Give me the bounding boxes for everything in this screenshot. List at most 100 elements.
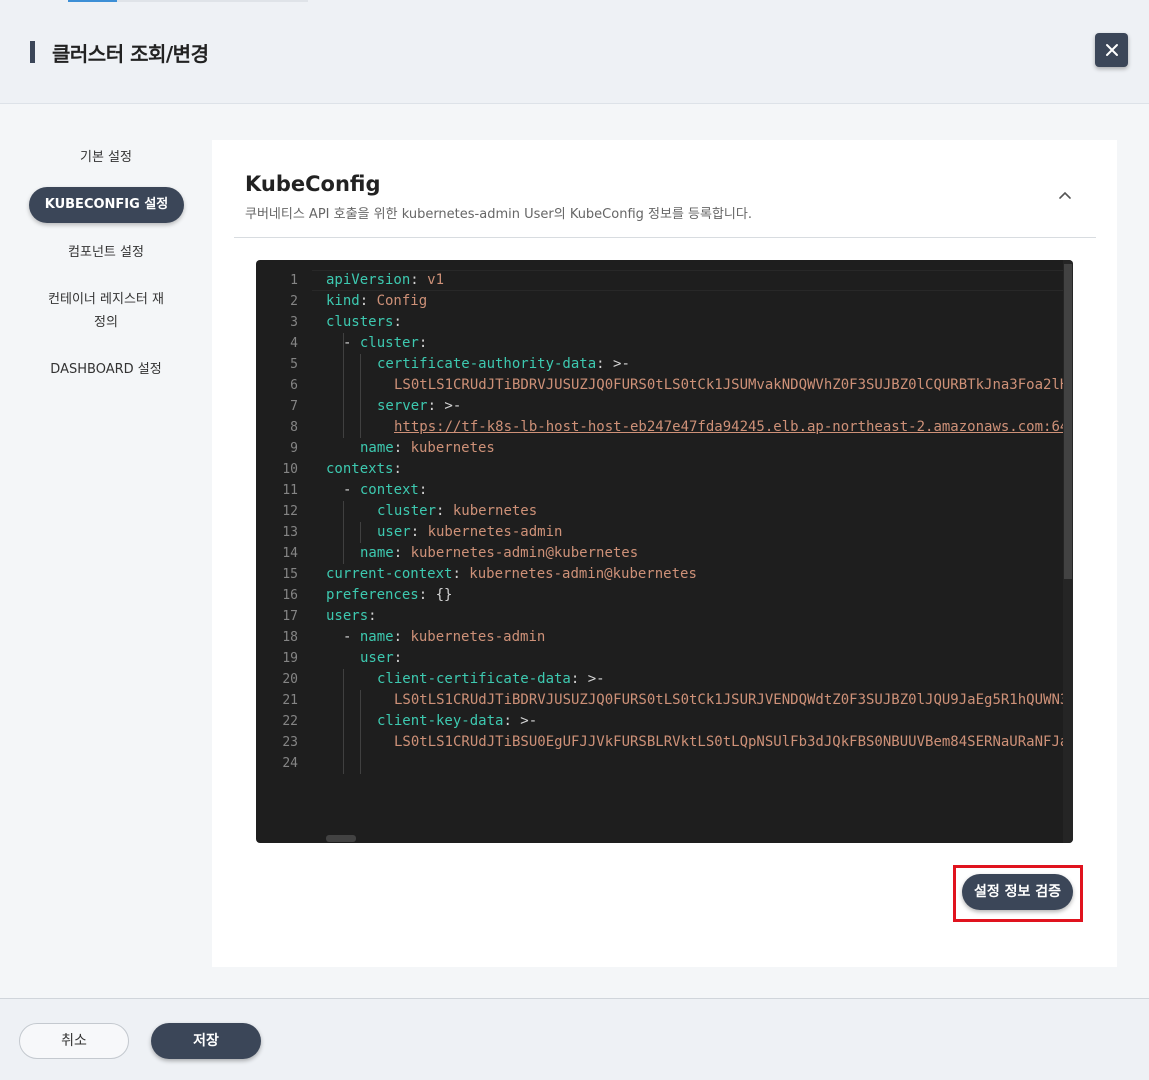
yaml-key: name: [359, 629, 394, 645]
yaml-dash: -: [343, 335, 360, 351]
code-line: cluster: kubernetes: [377, 501, 537, 522]
section-title: KubeConfig: [245, 172, 381, 196]
sidebar-item-label: 기본 설정: [80, 150, 132, 165]
line-number: 17: [282, 609, 298, 624]
line-number: 21: [282, 693, 298, 708]
sidebar-item-label-line2: 정의: [94, 315, 118, 330]
code-line: kind: Config: [326, 291, 427, 312]
code-line: certificate-authority-data: >-: [377, 354, 630, 375]
yaml-value: LS0tLS1CRUdJTiBSU0EgUFJJVkFURSBLRVktLS0t…: [394, 734, 1066, 750]
yaml-key: context: [359, 482, 419, 498]
yaml-separator: :: [393, 629, 411, 645]
sidebar-item-component-settings[interactable]: 컴포넌트 설정: [0, 242, 212, 264]
sidebar-item-container-registry[interactable]: 컨테이너 레지스터 재 정의: [0, 289, 212, 334]
yaml-separator: :: [410, 524, 428, 540]
kubeconfig-editor[interactable]: 1 2 3 4 5 6 7 8 9 10 11 12 13 14 15 16 17 18 19 20 21 22 23 24 …: [256, 260, 1073, 843]
yaml-key: name: [360, 440, 394, 456]
yaml-key: certificate-authority-data: [377, 356, 597, 372]
line-number: 11: [282, 483, 298, 498]
line-number: 6: [290, 378, 298, 393]
yaml-separator: :: [368, 608, 377, 624]
yaml-separator: :: [393, 545, 411, 561]
yaml-separator: :: [452, 566, 470, 582]
line-number: 18: [282, 630, 298, 645]
line-number: 3: [290, 315, 298, 330]
sidebar-item-kubeconfig[interactable]: KUBECONFIG 설정: [29, 187, 184, 223]
cancel-button[interactable]: 취소: [19, 1023, 129, 1059]
yaml-key: server: [377, 398, 428, 414]
top-tab-active-indicator: [68, 0, 117, 2]
yaml-dash: -: [343, 482, 360, 498]
line-number: 22: [282, 714, 298, 729]
yaml-separator: : {}: [418, 587, 453, 603]
editor-horizontal-scrollbar[interactable]: [326, 835, 356, 842]
line-number: 4: [290, 336, 298, 351]
code-line: apiVersion: v1: [326, 270, 444, 291]
yaml-key: client-certificate-data: [377, 671, 571, 687]
section-divider: [234, 237, 1096, 238]
line-number: 1: [290, 273, 298, 288]
line-number: 14: [282, 546, 298, 561]
scrollbar-thumb[interactable]: [1064, 264, 1072, 579]
line-number: 19: [282, 651, 298, 666]
code-line: clusters:: [326, 312, 402, 333]
server-url-link[interactable]: https://tf-k8s-lb-host-host-eb247e47fda9…: [394, 419, 1066, 435]
yaml-key: cluster: [359, 335, 419, 351]
code-area[interactable]: apiVersion: v1 kind: Config clusters: - clu…: [326, 260, 1066, 843]
line-number: 8: [290, 420, 298, 435]
yaml-separator: :: [393, 650, 403, 666]
editor-vertical-scrollbar[interactable]: [1063, 260, 1073, 843]
save-button[interactable]: 저장: [151, 1023, 261, 1059]
yaml-key: current-context: [326, 566, 453, 582]
line-number: 5: [290, 357, 298, 372]
sidebar-item-label: KUBECONFIG 설정: [44, 197, 169, 212]
code-line: https://tf-k8s-lb-host-host-eb247e47fda9…: [394, 417, 1066, 438]
yaml-value: kubernetes: [410, 440, 495, 456]
code-line: - cluster:: [343, 333, 427, 354]
line-number: 13: [282, 525, 298, 540]
code-line: client-certificate-data: >-: [377, 669, 605, 690]
kubeconfig-card: KubeConfig 쿠버네티스 API 호출을 위한 kubernetes-a…: [212, 140, 1117, 967]
sidebar-item-basic-settings[interactable]: 기본 설정: [0, 147, 212, 169]
code-line: users:: [326, 606, 377, 627]
line-number: 12: [282, 504, 298, 519]
yaml-value: LS0tLS1CRUdJTiBDRVJUSUZJQ0FURS0tLS0tCk1J…: [394, 377, 1066, 393]
sidebar-item-label: DASHBOARD 설정: [50, 362, 162, 377]
code-line: contexts:: [326, 459, 402, 480]
yaml-key: user: [377, 524, 411, 540]
yaml-value: Config: [376, 293, 428, 309]
sidebar-item-label: 컴포넌트 설정: [68, 245, 144, 260]
line-number: 7: [290, 399, 298, 414]
indent-guide: [360, 690, 361, 774]
code-line: name: kubernetes-admin@kubernetes: [360, 543, 638, 564]
code-line: preferences: {}: [326, 585, 452, 606]
yaml-key: preferences: [326, 587, 419, 603]
verify-settings-button[interactable]: 설정 정보 검증: [962, 874, 1073, 910]
yaml-separator: :: [393, 440, 411, 456]
code-line: LS0tLS1CRUdJTiBDRVJUSUZJQ0FURS0tLS0tCk1J…: [394, 375, 1066, 396]
indent-guide: [360, 354, 361, 438]
close-button[interactable]: [1095, 33, 1128, 67]
yaml-separator: :: [410, 272, 428, 288]
code-line: server: >-: [377, 396, 461, 417]
sidebar-item-dashboard-settings[interactable]: DASHBOARD 설정: [0, 359, 212, 381]
yaml-dash: -: [343, 629, 360, 645]
indent-guide: [343, 501, 344, 564]
code-line: current-context: kubernetes-admin@kubern…: [326, 564, 697, 585]
line-number-gutter: 1 2 3 4 5 6 7 8 9 10 11 12 13 14 15 16 17 18 19 20 21 22 23 24: [256, 260, 312, 843]
yaml-key: kind: [326, 293, 360, 309]
code-line: user: kubernetes-admin: [377, 522, 562, 543]
yaml-separator: : >-: [427, 398, 462, 414]
line-number: 9: [290, 441, 298, 456]
chevron-up-icon[interactable]: [1057, 188, 1073, 204]
line-number: 23: [282, 735, 298, 750]
yaml-separator: :: [418, 335, 428, 351]
code-line: name: kubernetes: [360, 438, 495, 459]
page-title: 클러스터 조회/변경: [52, 42, 209, 66]
code-line: - context:: [343, 480, 427, 501]
line-number: 10: [282, 462, 298, 477]
line-number: 15: [282, 567, 298, 582]
yaml-separator: : >-: [503, 713, 538, 729]
title-accent-bar: [30, 41, 35, 63]
line-number: 24: [282, 756, 298, 771]
